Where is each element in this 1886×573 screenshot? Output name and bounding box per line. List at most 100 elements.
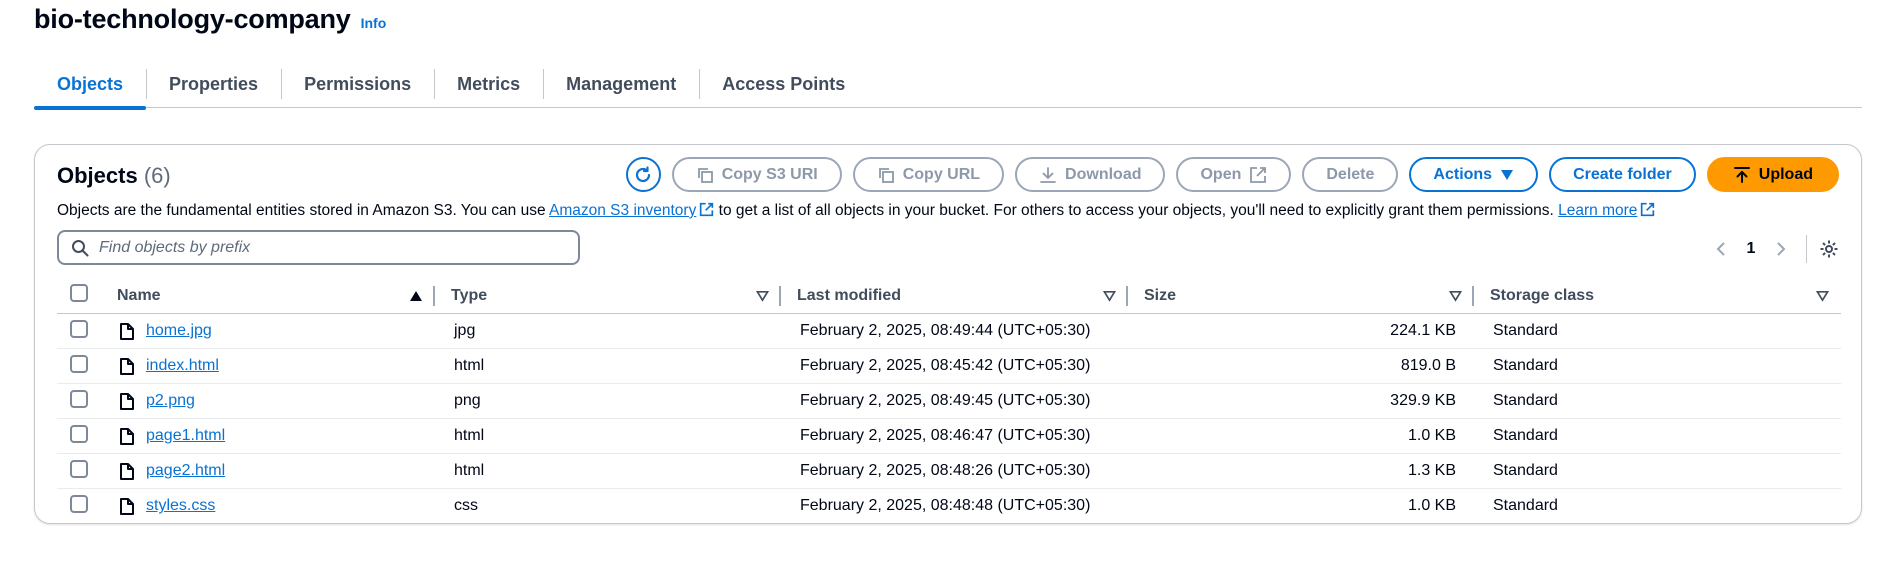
object-link[interactable]: page2.html [146, 462, 225, 480]
name-cell: index.html [101, 348, 435, 384]
delete-label: Delete [1326, 165, 1375, 183]
column-label-last-modified: Last modified [797, 286, 902, 304]
learn-more-label: Learn more [1558, 202, 1638, 219]
copy-s3-uri-label: Copy S3 URI [721, 165, 818, 183]
last-modified-cell: February 2, 2025, 08:49:44 (UTC+05:30) [781, 313, 1128, 349]
page-number[interactable]: 1 [1734, 240, 1768, 258]
next-page-button[interactable] [1768, 241, 1794, 257]
copy-url-button[interactable]: Copy URL [852, 157, 1005, 192]
type-cell: jpg [435, 313, 781, 349]
create-folder-button[interactable]: Create folder [1549, 157, 1696, 192]
copy-icon [697, 167, 713, 183]
object-link[interactable]: page1.html [146, 427, 225, 445]
size-cell: 819.0 B [1128, 348, 1474, 384]
table-row[interactable]: p2.png png February 2, 2025, 08:49:45 (U… [57, 383, 1841, 419]
tab-access-points[interactable]: Access Points [699, 60, 868, 108]
storage-class-cell: Standard [1474, 348, 1841, 384]
s3-inventory-link-label: Amazon S3 inventory [549, 202, 697, 219]
object-link[interactable]: styles.css [146, 497, 215, 515]
copy-s3-uri-button[interactable]: Copy S3 URI [671, 157, 842, 192]
refresh-button[interactable] [625, 157, 661, 192]
file-icon [120, 392, 134, 410]
column-label-storage-class: Storage class [1490, 286, 1595, 304]
column-header-size[interactable]: Size [1128, 278, 1474, 314]
page-header: bio-technology-company Info [34, 4, 386, 35]
objects-table: Name Type Last modified Size Storage cla… [57, 278, 1841, 524]
description-text: Objects are the fundamental entities sto… [57, 202, 550, 219]
column-header-storage-class[interactable]: Storage class [1474, 278, 1841, 314]
size-cell: 224.1 KB [1128, 313, 1474, 349]
tab-management[interactable]: Management [543, 60, 699, 108]
row-select-cell [57, 383, 101, 419]
actions-dropdown[interactable]: Actions [1409, 157, 1539, 192]
column-label-name: Name [117, 286, 161, 304]
storage-class-cell: Standard [1474, 418, 1841, 454]
last-modified-cell: February 2, 2025, 08:46:47 (UTC+05:30) [781, 418, 1128, 454]
type-cell: html [435, 348, 781, 384]
size-cell: 1.0 KB [1128, 418, 1474, 454]
objects-panel: Objects (6) Copy S3 URI Copy URL Downloa… [34, 144, 1862, 524]
column-header-last-modified[interactable]: Last modified [781, 278, 1128, 314]
sort-ascending-icon [409, 290, 423, 302]
object-link[interactable]: home.jpg [146, 322, 212, 340]
toolbar: Copy S3 URI Copy URL Download Open Delet… [625, 157, 1839, 192]
chevron-right-icon [1777, 242, 1786, 256]
table-row[interactable]: page2.html html February 2, 2025, 08:48:… [57, 453, 1841, 489]
download-button[interactable]: Download [1015, 157, 1166, 192]
open-label: Open [1200, 165, 1242, 183]
object-link[interactable]: index.html [146, 357, 219, 375]
row-checkbox[interactable] [70, 354, 88, 373]
pagination: 1 [1708, 235, 1839, 263]
file-icon [120, 322, 134, 340]
last-modified-cell: February 2, 2025, 08:45:42 (UTC+05:30) [781, 348, 1128, 384]
name-cell: page1.html [101, 418, 435, 454]
select-all-header [57, 278, 101, 314]
file-icon [120, 357, 134, 375]
column-header-type[interactable]: Type [435, 278, 781, 314]
row-checkbox[interactable] [70, 459, 88, 478]
refresh-icon [636, 165, 651, 182]
last-modified-cell: February 2, 2025, 08:48:26 (UTC+05:30) [781, 453, 1128, 489]
panel-title: Objects (6) [57, 163, 171, 189]
tab-properties[interactable]: Properties [146, 60, 281, 108]
last-modified-cell: February 2, 2025, 08:48:48 (UTC+05:30) [800, 497, 1091, 515]
select-all-checkbox[interactable] [70, 284, 88, 302]
table-row[interactable]: styles.css css February 2, 2025, 08:48:4… [57, 489, 1841, 524]
tab-metrics[interactable]: Metrics [434, 60, 543, 108]
row-checkbox[interactable] [70, 389, 88, 408]
delete-button[interactable]: Delete [1302, 157, 1399, 192]
object-count: (6) [143, 163, 171, 188]
search-input[interactable] [99, 238, 559, 257]
column-header-name[interactable]: Name [101, 278, 435, 314]
row-select-cell [57, 313, 101, 349]
name-cell: page2.html [101, 453, 435, 489]
external-link-icon [700, 202, 714, 217]
copy-icon [878, 167, 894, 183]
tab-permissions[interactable]: Permissions [281, 60, 434, 108]
row-checkbox[interactable] [70, 319, 88, 338]
table-row[interactable]: page1.html html February 2, 2025, 08:46:… [57, 418, 1841, 454]
description-text-middle: to get a list of all objects in your buc… [714, 202, 1559, 219]
s3-inventory-link[interactable]: Amazon S3 inventory [549, 202, 696, 219]
row-checkbox[interactable] [70, 494, 88, 513]
sort-icon [1449, 290, 1462, 302]
previous-page-button[interactable] [1708, 241, 1734, 257]
name-cell: styles.css [101, 489, 435, 524]
learn-more-link[interactable]: Learn more [1558, 202, 1637, 219]
upload-button[interactable]: Upload [1706, 157, 1839, 192]
table-row[interactable]: home.jpg jpg February 2, 2025, 08:49:44 … [57, 313, 1841, 349]
preferences-button[interactable] [1819, 239, 1839, 259]
object-link[interactable]: p2.png [146, 392, 195, 410]
table-row[interactable]: index.html html February 2, 2025, 08:45:… [57, 348, 1841, 384]
download-icon [1040, 166, 1056, 183]
open-button[interactable]: Open [1176, 157, 1292, 192]
search-box [57, 230, 580, 265]
info-link[interactable]: Info [361, 15, 387, 31]
row-checkbox[interactable] [70, 424, 88, 443]
row-select-cell [57, 453, 101, 489]
storage-class-cell: Standard [1474, 383, 1841, 419]
storage-class-cell: Standard [1474, 453, 1841, 489]
column-label-type: Type [451, 286, 488, 304]
row-select-cell [57, 418, 101, 454]
tab-objects[interactable]: Objects [34, 60, 147, 110]
